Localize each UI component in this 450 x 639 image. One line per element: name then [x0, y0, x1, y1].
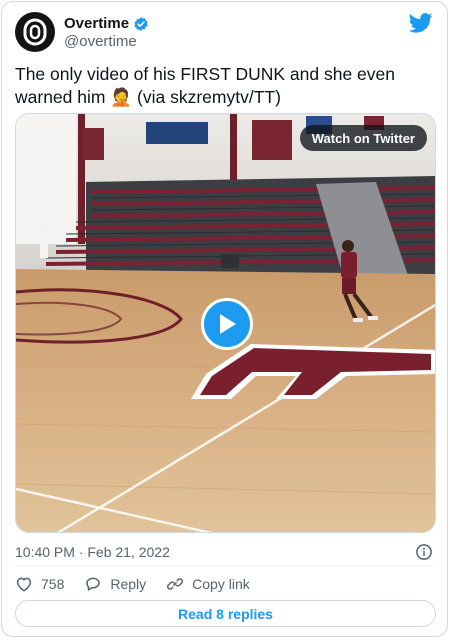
copy-link-button[interactable]: Copy link	[166, 575, 250, 593]
tweet-header: Overtime @overtime	[15, 12, 433, 54]
facepalm-emoji: 🤦	[110, 87, 133, 107]
avatar[interactable]	[15, 12, 55, 52]
watch-on-twitter-button[interactable]: Watch on Twitter	[299, 125, 427, 151]
tweet-meta: 10:40 PM · Feb 21, 2022	[15, 542, 433, 562]
copy-link-label: Copy link	[192, 576, 250, 592]
author-info[interactable]: Overtime @overtime	[64, 15, 149, 50]
tweet-actions: 758 Reply Copy link	[15, 574, 270, 594]
tweet-card[interactable]: Overtime @overtime The only video of his…	[1, 1, 448, 637]
author-name[interactable]: Overtime	[64, 15, 129, 32]
reply-label: Reply	[110, 576, 147, 592]
twitter-bird-icon[interactable]	[409, 13, 433, 33]
tweet-source: (via skzremytv/TT)	[137, 87, 281, 107]
play-icon	[220, 314, 236, 334]
verified-badge-icon	[134, 16, 148, 31]
heart-icon	[16, 577, 32, 592]
read-replies-button[interactable]: Read 8 replies	[15, 600, 436, 627]
author-handle[interactable]: @overtime	[64, 33, 149, 50]
play-button[interactable]	[201, 298, 253, 350]
timestamp[interactable]: 10:40 PM · Feb 21, 2022	[15, 544, 170, 560]
reply-icon	[86, 577, 101, 591]
info-icon[interactable]	[415, 543, 433, 561]
like-button[interactable]: 758	[15, 575, 64, 593]
link-icon	[167, 578, 184, 590]
tweet-text: The only video of his FIRST DUNK and she…	[15, 63, 435, 109]
video-thumbnail[interactable]: Watch on Twitter	[15, 113, 436, 533]
reply-button[interactable]: Reply	[84, 575, 146, 593]
divider	[15, 565, 433, 566]
overtime-logo-icon	[23, 18, 47, 46]
like-count: 758	[41, 576, 65, 592]
read-replies-label: Read 8 replies	[178, 605, 273, 622]
watch-label: Watch on Twitter	[311, 130, 415, 146]
